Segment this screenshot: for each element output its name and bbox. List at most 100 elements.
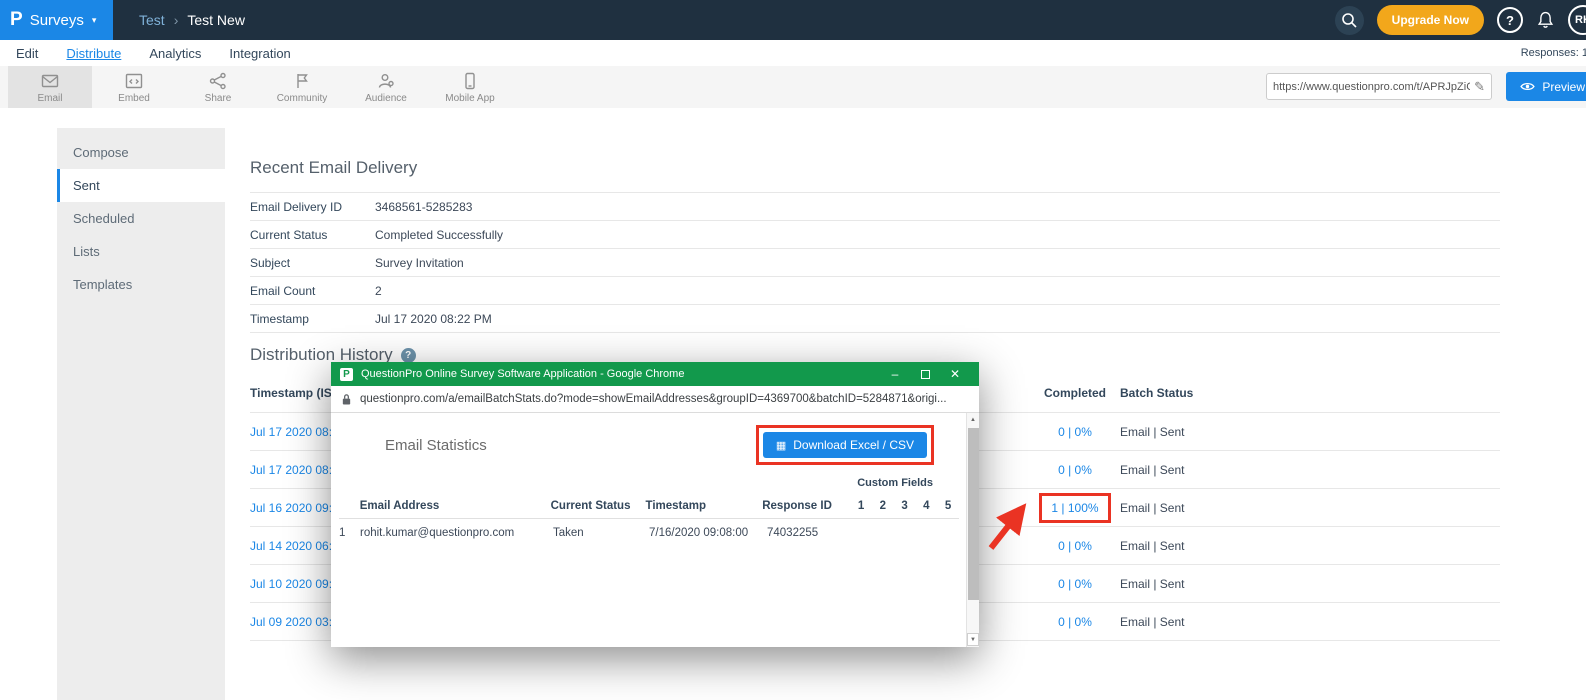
download-button-label: Download Excel / CSV <box>793 438 914 452</box>
sidebar-item-scheduled[interactable]: Scheduled <box>57 202 225 235</box>
survey-url-input[interactable] <box>1273 81 1470 93</box>
popup-titlebar[interactable]: P QuestionPro Online Survey Software App… <box>331 362 979 386</box>
sidebar-item-label: Scheduled <box>73 211 134 226</box>
column-response-id: Response ID <box>762 500 850 512</box>
toolbar-item-label: Audience <box>365 93 407 104</box>
download-excel-csv-button[interactable]: ▦ Download Excel / CSV <box>763 432 927 458</box>
history-completed[interactable]: 0 | 0% <box>1030 463 1120 477</box>
survey-tabs-row: Edit Distribute Analytics Integration Re… <box>0 40 1586 66</box>
audience-icon <box>376 71 396 91</box>
recent-delivery-title: Recent Email Delivery <box>250 158 1586 178</box>
eye-icon <box>1520 81 1535 92</box>
toolbar-item-label: Mobile App <box>445 93 494 104</box>
surveys-menu[interactable]: P Surveys ▾ <box>0 0 113 40</box>
detail-value: 3468561-5285283 <box>375 200 472 214</box>
history-batch-status: Email | Sent <box>1120 501 1184 515</box>
email-statistics-popup: P QuestionPro Online Survey Software App… <box>331 362 979 647</box>
detail-value: Jul 17 2020 08:22 PM <box>375 312 492 326</box>
scroll-up-icon[interactable]: ▲ <box>967 413 979 427</box>
tab-edit[interactable]: Edit <box>16 46 38 61</box>
column-completed: Completed <box>1030 386 1120 400</box>
toolbar-item-email[interactable]: Email <box>8 66 92 108</box>
tab-distribute[interactable]: Distribute <box>66 46 121 61</box>
avatar[interactable]: RK <box>1568 5 1586 35</box>
share-icon <box>208 71 228 91</box>
popup-url-bar[interactable]: questionpro.com/a/emailBatchStats.do?mod… <box>331 386 979 413</box>
detail-row: Timestamp Jul 17 2020 08:22 PM <box>250 305 1500 333</box>
toolbar-item-audience[interactable]: Audience <box>344 66 428 108</box>
row-status: Taken <box>553 527 649 539</box>
popup-scrollbar[interactable]: ▲ ▼ <box>966 413 979 647</box>
distribute-toolbar: Email Embed Share Community Audience <box>0 66 1586 108</box>
scroll-down-icon[interactable]: ▼ <box>967 633 979 646</box>
toolbar-item-share[interactable]: Share <box>176 66 260 108</box>
download-button-annotation: ▦ Download Excel / CSV <box>756 425 934 465</box>
scrollbar-thumb[interactable] <box>968 428 979 600</box>
responses-count[interactable]: Responses: 1 <box>1521 47 1586 59</box>
email-icon <box>40 71 60 91</box>
tab-analytics[interactable]: Analytics <box>149 46 201 61</box>
sidebar-item-compose[interactable]: Compose <box>57 136 225 169</box>
tab-integration[interactable]: Integration <box>229 46 290 61</box>
history-completed[interactable]: 0 | 0% <box>1030 577 1120 591</box>
history-help-icon[interactable]: ? <box>401 348 416 363</box>
upgrade-button[interactable]: Upgrade Now <box>1377 5 1484 35</box>
custom-fields-label: Custom Fields <box>331 477 933 489</box>
preview-button[interactable]: Preview <box>1506 72 1586 101</box>
column-email-address: Email Address <box>360 500 551 512</box>
edit-url-icon[interactable]: ✎ <box>1474 79 1485 95</box>
community-flag-icon <box>292 71 312 91</box>
sidebar-item-lists[interactable]: Lists <box>57 235 225 268</box>
history-batch-status: Email | Sent <box>1120 539 1184 553</box>
breadcrumb: Test › Test New <box>139 12 245 28</box>
toolbar-item-label: Email <box>37 93 62 104</box>
history-completed[interactable]: 0 | 0% <box>1030 425 1120 439</box>
detail-row: Email Delivery ID 3468561-5285283 <box>250 193 1500 221</box>
column-batch-status: Batch Status <box>1120 386 1193 400</box>
recent-delivery-table: Email Delivery ID 3468561-5285283 Curren… <box>250 192 1500 333</box>
close-button[interactable]: ✕ <box>940 362 970 386</box>
column-timestamp: Timestamp <box>646 500 763 512</box>
history-batch-status: Email | Sent <box>1120 615 1184 629</box>
detail-label: Email Count <box>250 284 375 298</box>
toolbar-item-embed[interactable]: Embed <box>92 66 176 108</box>
completed-value: 0 | 0% <box>1058 539 1092 553</box>
column-custom-3: 3 <box>894 500 916 512</box>
history-completed[interactable]: 1 | 100% <box>1030 493 1120 523</box>
detail-row: Current Status Completed Successfully <box>250 221 1500 249</box>
column-custom-1: 1 <box>850 500 872 512</box>
stats-header: Email Address Current Status Timestamp R… <box>339 493 959 519</box>
detail-label: Email Delivery ID <box>250 200 375 214</box>
notifications-button[interactable] <box>1536 11 1555 30</box>
sidebar-item-templates[interactable]: Templates <box>57 268 225 301</box>
maximize-button[interactable] <box>910 362 940 386</box>
popup-window-title: QuestionPro Online Survey Software Appli… <box>361 368 872 380</box>
breadcrumb-parent[interactable]: Test <box>139 12 165 28</box>
help-button[interactable]: ? <box>1497 7 1523 33</box>
sidebar-item-label: Templates <box>73 277 132 292</box>
search-button[interactable] <box>1335 6 1364 35</box>
detail-value: 2 <box>375 284 382 298</box>
detail-row: Email Count 2 <box>250 277 1500 305</box>
toolbar-item-community[interactable]: Community <box>260 66 344 108</box>
breadcrumb-current: Test New <box>187 12 245 28</box>
sidebar-item-sent[interactable]: Sent <box>57 169 225 202</box>
detail-label: Subject <box>250 256 375 270</box>
detail-label: Current Status <box>250 228 375 242</box>
completed-highlight-annotation: 1 | 100% <box>1039 493 1110 523</box>
history-completed[interactable]: 0 | 0% <box>1030 539 1120 553</box>
preview-label: Preview <box>1542 80 1585 94</box>
bell-icon <box>1536 11 1555 30</box>
sidebar-item-label: Compose <box>73 145 129 160</box>
history-completed[interactable]: 0 | 0% <box>1030 615 1120 629</box>
history-batch-status: Email | Sent <box>1120 577 1184 591</box>
completed-value: 0 | 0% <box>1058 615 1092 629</box>
search-icon <box>1340 11 1358 29</box>
mobile-app-icon <box>460 71 480 91</box>
column-custom-5: 5 <box>937 500 959 512</box>
stats-row: 1 rohit.kumar@questionpro.com Taken 7/16… <box>339 519 959 547</box>
survey-url-box: ✎ <box>1266 73 1492 100</box>
minimize-button[interactable]: – <box>880 362 910 386</box>
left-gutter <box>0 108 57 700</box>
toolbar-item-mobile-app[interactable]: Mobile App <box>428 66 512 108</box>
